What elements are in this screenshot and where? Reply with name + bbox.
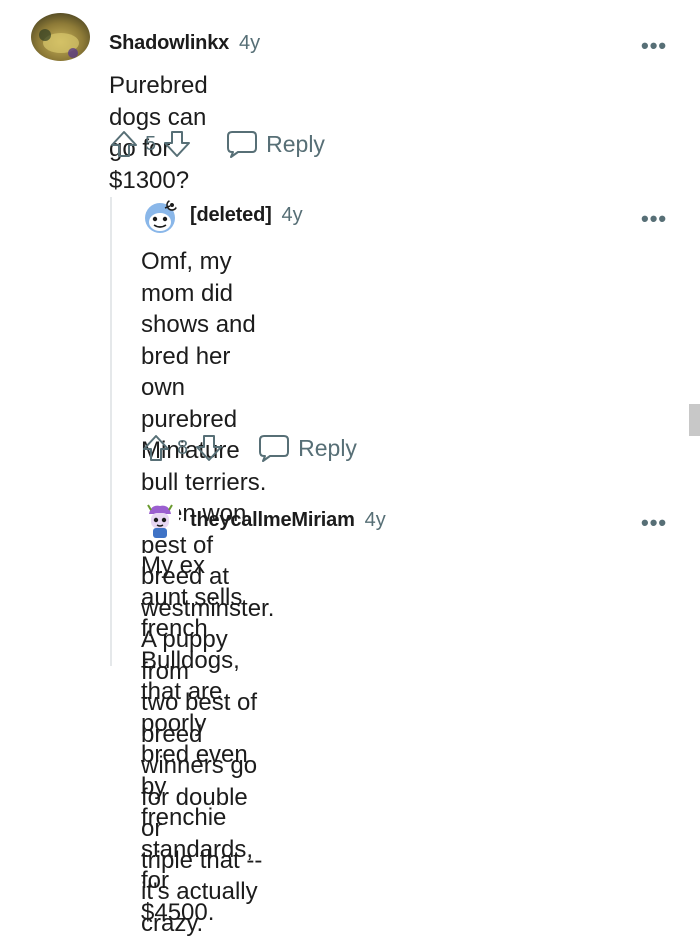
comment-meta: Shadowlinkx 4y [109,32,260,55]
upvote-arrow-icon[interactable] [109,129,139,159]
comment-body: My ex aunt sells french Bulldogs, that a… [141,550,253,928]
upvote-arrow-icon[interactable] [141,433,171,463]
more-options-icon[interactable]: ••• [641,518,667,528]
timestamp[interactable]: 4y [282,204,303,227]
comment-actions: 5 Reply [109,126,325,162]
username[interactable]: [deleted] [190,204,272,227]
comment-meta: theycallmeMiriam 4y [190,509,386,532]
avatar[interactable] [31,13,90,61]
reply-button[interactable]: Reply [226,129,325,159]
speech-bubble-icon [258,433,290,463]
username[interactable]: Shadowlinkx [109,32,229,55]
downvote-arrow-icon[interactable] [194,433,224,463]
timestamp[interactable]: 4y [365,509,386,532]
reply-label: Reply [266,131,325,158]
vote-score: 8 [177,437,188,460]
username[interactable]: theycallmeMiriam [190,509,355,532]
comment-meta: [deleted] 4y [190,204,303,227]
more-options-icon[interactable]: ••• [641,41,667,51]
scrollbar-thumb[interactable] [689,404,700,436]
avatar[interactable] [141,502,179,540]
thread-line-level-1[interactable] [110,197,112,666]
comment-actions: 8 Reply [141,430,357,466]
comment-body-line: $4500. [141,897,253,929]
speech-bubble-icon [226,129,258,159]
avatar[interactable] [141,198,179,236]
comment-body-line: Omf, my mom did shows and bred her own [141,246,274,404]
comment-body-line: My ex aunt sells french Bulldogs, that a… [141,550,253,708]
reply-label: Reply [298,435,357,462]
downvote-arrow-icon[interactable] [162,129,192,159]
more-options-icon[interactable]: ••• [641,214,667,224]
comment-body-line: poorly bred even by frenchie standards, … [141,708,253,897]
vote-score: 5 [145,133,156,156]
timestamp[interactable]: 4y [239,32,260,55]
reply-button[interactable]: Reply [258,433,357,463]
